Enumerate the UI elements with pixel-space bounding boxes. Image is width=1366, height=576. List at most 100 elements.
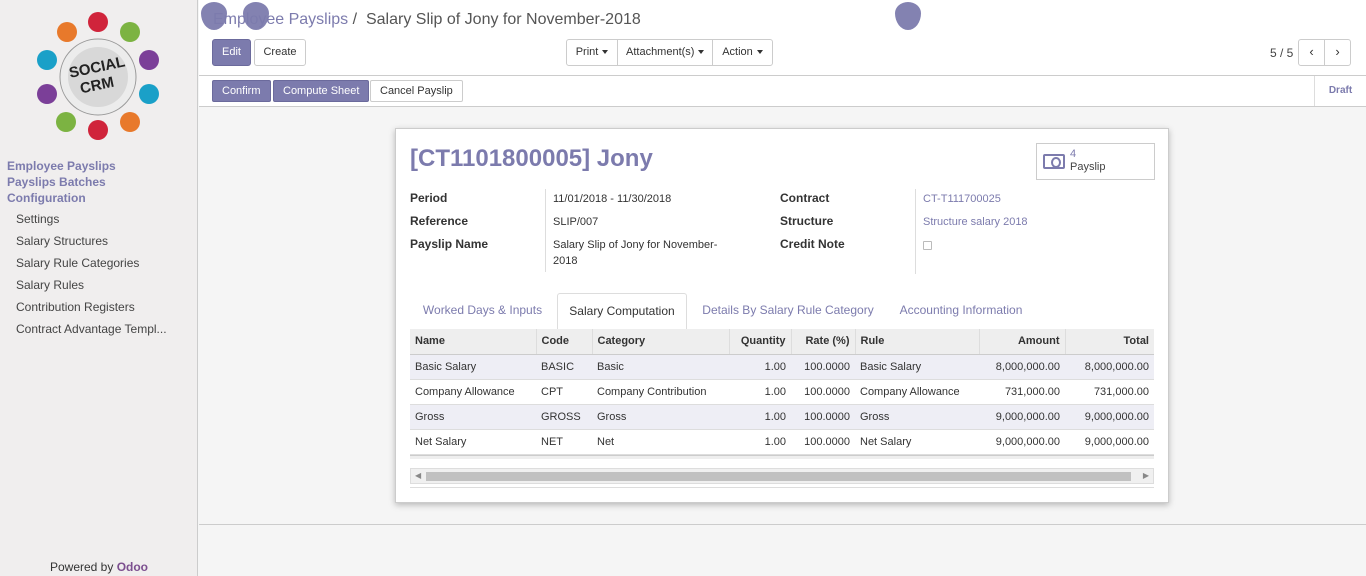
table-row[interactable]: Net Salary NET Net 1.00 100.0000 Net Sal… [410, 429, 1154, 455]
notebook-tabs: Worked Days & Inputs Salary Computation … [410, 293, 1154, 331]
pager-next-button[interactable]: › [1324, 39, 1351, 66]
menu-contract-advantage-templates[interactable]: Contract Advantage Templ... [16, 322, 167, 336]
cell-quantity: 1.00 [729, 379, 791, 405]
powered-by-text: Powered by [49, 560, 114, 574]
column-header-code[interactable]: Code [536, 329, 593, 355]
edit-button[interactable]: Edit [212, 39, 251, 66]
cell-amount: 9,000,000.00 [979, 404, 1065, 430]
tab-details-by-salary-rule-category[interactable]: Details By Salary Rule Category [690, 293, 886, 330]
print-dropdown[interactable]: Print [566, 39, 618, 66]
cell-quantity: 1.00 [729, 354, 791, 380]
menu-salary-rule-categories[interactable]: Salary Rule Categories [16, 256, 139, 270]
column-header-category[interactable]: Category [592, 329, 730, 355]
cell-category: Gross [592, 404, 729, 430]
scroll-right-icon[interactable]: ▶ [1143, 471, 1149, 480]
tab-accounting-information[interactable]: Accounting Information [888, 293, 1034, 330]
cell-rate: 100.0000 [791, 429, 855, 455]
column-header-name[interactable]: Name [410, 329, 537, 355]
payslip-name-line1: Salary Slip of Jony for November- [553, 239, 718, 251]
attachments-label: Attachment(s) [626, 46, 695, 58]
cell-total: 8,000,000.00 [1065, 354, 1154, 380]
pager-value[interactable]: 5 / 5 [1270, 46, 1293, 60]
salary-computation-table: Name Code Category Quantity Rate (%) Rul… [410, 329, 1154, 455]
cell-rate: 100.0000 [791, 379, 855, 405]
payslip-title: [CT1101800005] Jony [410, 145, 653, 172]
sidebar: SOCIAL CRM Employee Payslips Payslips Ba… [0, 0, 198, 576]
table-footer [410, 455, 1154, 459]
menu-salary-structures[interactable]: Salary Structures [16, 234, 108, 248]
column-header-quantity[interactable]: Quantity [729, 329, 792, 355]
form-sheet: [CT1101800005] Jony 4 Payslip Period Ref… [395, 128, 1169, 503]
odoo-link[interactable]: Odoo [117, 560, 148, 574]
cell-code: BASIC [536, 354, 592, 380]
contract-label: Contract [780, 191, 830, 205]
scrollbar-thumb[interactable] [426, 472, 1131, 481]
payslip-count-label: Payslip [1070, 161, 1106, 173]
confirm-button[interactable]: Confirm [212, 80, 271, 102]
contract-link[interactable]: CT-T111700025 [923, 193, 1001, 205]
payslip-count: 4 [1070, 148, 1077, 160]
cell-amount: 8,000,000.00 [979, 354, 1065, 380]
pager-previous-button[interactable]: ‹ [1298, 39, 1325, 66]
cell-code: CPT [536, 379, 592, 405]
statusbar: Confirm Compute Sheet Cancel Payslip Dra… [199, 76, 1366, 107]
payslip-smart-button[interactable]: 4 Payslip [1036, 143, 1155, 180]
menu-configuration[interactable]: Configuration [7, 191, 86, 205]
cell-amount: 9,000,000.00 [979, 429, 1065, 455]
cell-rate: 100.0000 [791, 404, 855, 430]
tab-worked-days-inputs[interactable]: Worked Days & Inputs [410, 293, 555, 330]
cell-rule: Company Allowance [855, 379, 979, 405]
cell-amount: 731,000.00 [979, 379, 1065, 405]
credit-note-checkbox[interactable] [923, 241, 932, 250]
table-row[interactable]: Basic Salary BASIC Basic 1.00 100.0000 B… [410, 354, 1154, 380]
company-logo[interactable]: SOCIAL CRM [32, 10, 164, 144]
powered-by: Powered by Odoo [0, 560, 198, 574]
credit-note-label: Credit Note [780, 237, 845, 251]
cell-category: Net [592, 429, 729, 455]
cell-rule: Net Salary [855, 429, 979, 455]
menu-contribution-registers[interactable]: Contribution Registers [16, 300, 135, 314]
cell-total: 9,000,000.00 [1065, 429, 1154, 455]
cell-category: Company Contribution [592, 379, 729, 405]
print-label: Print [575, 46, 599, 58]
column-header-amount[interactable]: Amount [979, 329, 1066, 355]
control-panel: Employee Payslips / Salary Slip of Jony … [199, 0, 1366, 76]
horizontal-scrollbar[interactable]: ◀ ▶ [410, 468, 1154, 484]
cell-name: Company Allowance [410, 379, 536, 405]
action-dropdown[interactable]: Action [712, 39, 773, 66]
cell-rule: Basic Salary [855, 354, 979, 380]
cell-name: Gross [410, 404, 536, 430]
period-value: 11/01/2018 - 11/30/2018 [553, 193, 672, 205]
money-icon [1043, 154, 1065, 169]
breadcrumb-separator: / [352, 11, 358, 28]
menu-payslips-batches[interactable]: Payslips Batches [7, 175, 106, 189]
column-header-rate[interactable]: Rate (%) [791, 329, 856, 355]
divider [410, 487, 1154, 488]
column-header-total[interactable]: Total [1065, 329, 1154, 355]
tab-salary-computation[interactable]: Salary Computation [557, 293, 687, 331]
caret-down-icon [698, 50, 705, 55]
create-button[interactable]: Create [254, 39, 306, 66]
compute-sheet-button[interactable]: Compute Sheet [273, 80, 370, 102]
cell-rate: 100.0000 [791, 354, 855, 380]
menu-settings[interactable]: Settings [16, 212, 59, 226]
caret-down-icon [602, 50, 609, 55]
breadcrumb-parent[interactable]: Employee Payslips [213, 11, 348, 28]
menu-employee-payslips[interactable]: Employee Payslips [7, 159, 116, 173]
payslip-name-line2: 2018 [553, 255, 578, 267]
menu-salary-rules[interactable]: Salary Rules [16, 278, 84, 292]
table-row[interactable]: Gross GROSS Gross 1.00 100.0000 Gross 9,… [410, 404, 1154, 430]
cell-name: Net Salary [410, 429, 536, 455]
table-row[interactable]: Company Allowance CPT Company Contributi… [410, 379, 1154, 405]
cancel-payslip-button[interactable]: Cancel Payslip [370, 80, 463, 102]
scroll-left-icon[interactable]: ◀ [415, 471, 421, 480]
cell-code: NET [536, 429, 592, 455]
attachments-dropdown[interactable]: Attachment(s) [617, 39, 713, 66]
column-header-rule[interactable]: Rule [855, 329, 980, 355]
reference-value: SLIP/007 [553, 216, 599, 228]
structure-link[interactable]: Structure salary 2018 [923, 216, 1028, 228]
breadcrumb: Employee Payslips / Salary Slip of Jony … [213, 11, 641, 29]
field-separator [545, 189, 546, 272]
status-draft[interactable]: Draft [1314, 76, 1366, 106]
chevron-left-icon: ‹ [1309, 44, 1314, 59]
